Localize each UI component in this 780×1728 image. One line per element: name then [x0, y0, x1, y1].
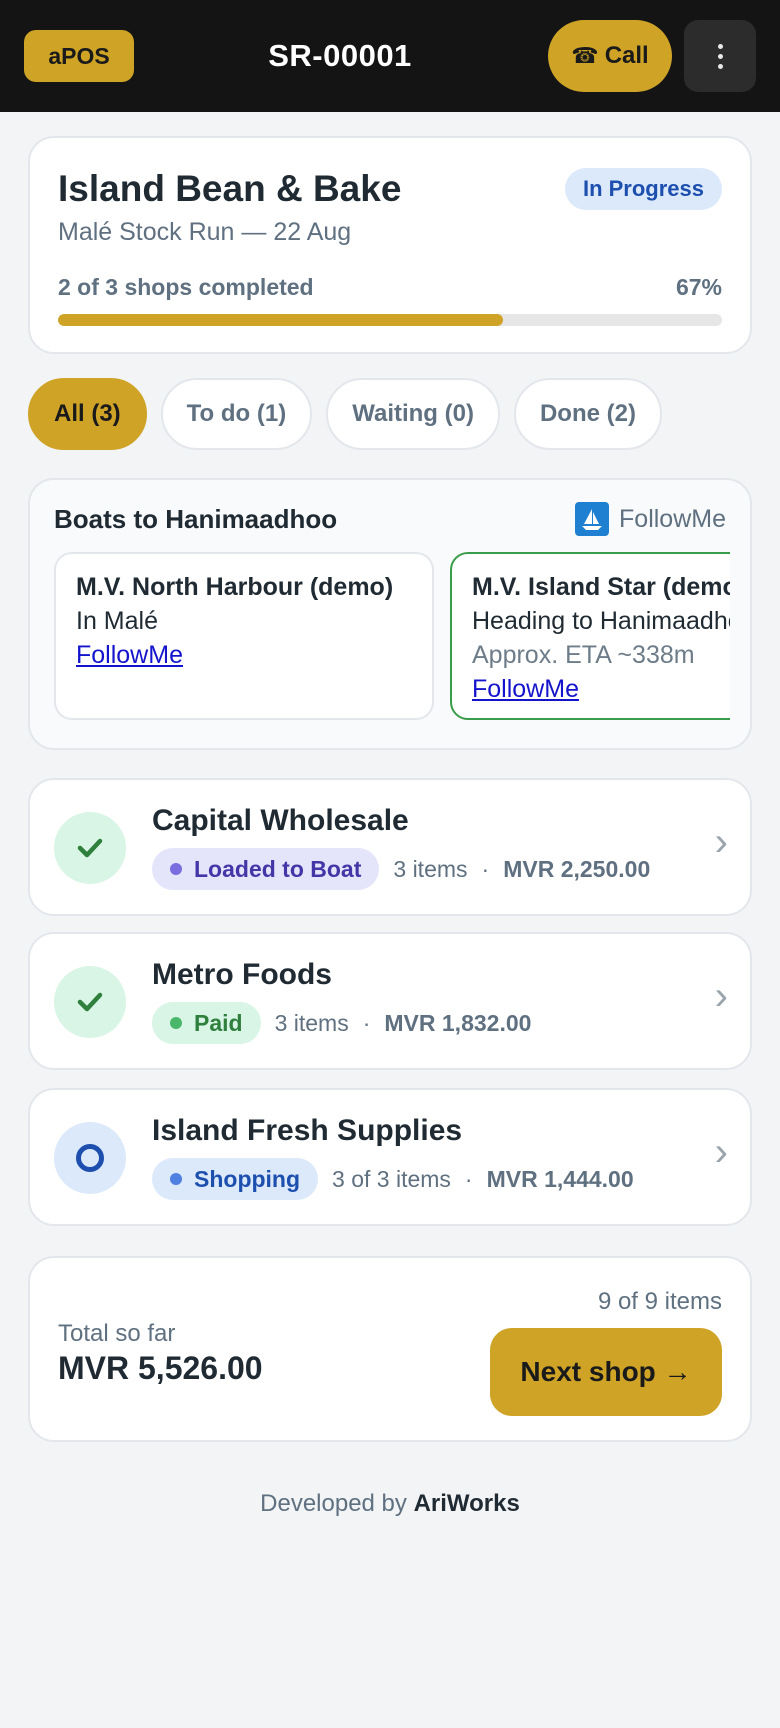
progress-bar: [58, 314, 722, 326]
shop-row-capital-wholesale[interactable]: Capital Wholesale Loaded to Boat 3 items…: [28, 778, 752, 916]
filter-all[interactable]: All (3): [28, 378, 147, 450]
shop-meta: Paid 3 items · MVR 1,832.00: [152, 1002, 531, 1044]
meta-separator: ·: [481, 855, 490, 882]
apos-logo-button[interactable]: aPOS: [24, 30, 134, 82]
more-menu-button[interactable]: [684, 20, 756, 92]
total-label: Total so far: [58, 1320, 176, 1347]
run-subtitle: Malé Stock Run — 22 Aug: [58, 218, 352, 246]
shop-meta: Shopping 3 of 3 items · MVR 1,444.00: [152, 1158, 634, 1200]
shop-meta: Loaded to Boat 3 items · MVR 2,250.00: [152, 848, 650, 890]
shop-item-count: 3 items: [274, 1009, 349, 1036]
filter-done[interactable]: Done (2): [513, 378, 662, 450]
circle-icon: [76, 1144, 104, 1172]
boat-eta: Approx. ETA ~338m: [472, 641, 695, 669]
shop-status-tag: Loaded to Boat: [152, 848, 380, 890]
shop-item-count: 3 items: [393, 855, 468, 882]
boats-panel: Boats to Hanimaadhoo FollowMe M.V. North…: [28, 478, 752, 750]
filter-tabs: All (3) To do (1) Waiting (0) Done (2): [28, 378, 662, 450]
boat-name: M.V. Island Star (demo): [472, 573, 730, 601]
footer-credit: Developed by AriWorks: [0, 1490, 780, 1518]
shop-row-metro-foods[interactable]: Metro Foods Paid 3 items · MVR 1,832.00 …: [28, 932, 752, 1070]
more-vertical-icon-dot: [717, 53, 723, 59]
call-button[interactable]: ☎ Call: [548, 20, 672, 92]
customer-name: Island Bean & Bake: [58, 168, 402, 209]
total-value: MVR 5,526.00: [58, 1350, 263, 1386]
shop-status-tag: Shopping: [152, 1158, 319, 1200]
shop-status-label: Loaded to Boat: [194, 855, 362, 882]
followme-brand-label: FollowMe: [619, 504, 726, 533]
footer-brand-link[interactable]: AriWorks: [414, 1490, 520, 1517]
followme-link[interactable]: FollowMe: [76, 638, 412, 672]
order-summary-card: Island Bean & Bake Malé Stock Run — 22 A…: [28, 136, 752, 354]
shop-amount: MVR 1,832.00: [384, 1009, 532, 1036]
meta-separator: ·: [464, 1165, 473, 1192]
more-vertical-icon-dot: [717, 63, 723, 69]
boat-card[interactable]: M.V. North Harbour (demo) In Malé Follow…: [54, 552, 434, 720]
shop-item-count: 3 of 3 items: [332, 1165, 451, 1192]
boat-status: Heading to Hanimaadhoo: [472, 607, 730, 635]
boat-card-active[interactable]: M.V. Island Star (demo) Heading to Hanim…: [450, 552, 730, 720]
chevron-right-icon: ›: [714, 1130, 728, 1174]
shop-name: Island Fresh Supplies: [152, 1114, 463, 1147]
followme-brand: FollowMe: [575, 502, 726, 536]
more-vertical-icon: [717, 43, 723, 49]
shop-done-icon: [54, 812, 126, 884]
shop-amount: MVR 2,250.00: [503, 855, 651, 882]
items-count: 9 of 9 items: [597, 1288, 722, 1315]
progress-percent: 67%: [675, 274, 722, 300]
status-badge: In Progress: [564, 168, 722, 210]
shop-status-label: Shopping: [194, 1165, 301, 1192]
order-id-title: SR-00001: [268, 38, 412, 73]
next-shop-button[interactable]: Next shop →: [490, 1328, 722, 1416]
progress-label: 2 of 3 shops completed: [58, 274, 314, 300]
shop-status-label: Paid: [194, 1009, 243, 1036]
status-dot-icon: [170, 863, 182, 875]
sailboat-icon: [575, 502, 610, 536]
filter-waiting[interactable]: Waiting (0): [326, 378, 500, 450]
filter-todo[interactable]: To do (1): [160, 378, 313, 450]
boats-title: Boats to Hanimaadhoo: [54, 504, 338, 534]
meta-separator: ·: [362, 1009, 371, 1036]
boat-name: M.V. North Harbour (demo): [76, 573, 394, 601]
phone-icon: ☎: [571, 43, 599, 68]
boat-status: In Malé: [76, 607, 158, 635]
footer-prefix: Developed by: [260, 1490, 407, 1517]
boat-carousel[interactable]: M.V. North Harbour (demo) In Malé Follow…: [54, 552, 730, 722]
shop-pending-icon: [54, 1122, 126, 1194]
shop-name: Metro Foods: [152, 958, 332, 991]
shop-done-icon: [54, 966, 126, 1038]
chevron-right-icon: ›: [714, 820, 728, 864]
chevron-right-icon: ›: [714, 974, 728, 1018]
followme-link[interactable]: FollowMe: [472, 672, 730, 706]
shop-amount: MVR 1,444.00: [486, 1165, 634, 1192]
top-bar: aPOS SR-00001 ☎ Call: [0, 0, 780, 112]
total-card: 9 of 9 items Total so far MVR 5,526.00 N…: [28, 1256, 752, 1442]
shop-status-tag: Paid: [152, 1002, 261, 1044]
shop-row-island-fresh-supplies[interactable]: Island Fresh Supplies Shopping 3 of 3 it…: [28, 1088, 752, 1226]
status-dot-icon: [170, 1173, 182, 1185]
call-button-label: Call: [604, 42, 649, 69]
shop-name: Capital Wholesale: [152, 804, 409, 837]
status-dot-icon: [170, 1017, 182, 1029]
progress-bar-fill: [58, 314, 503, 326]
